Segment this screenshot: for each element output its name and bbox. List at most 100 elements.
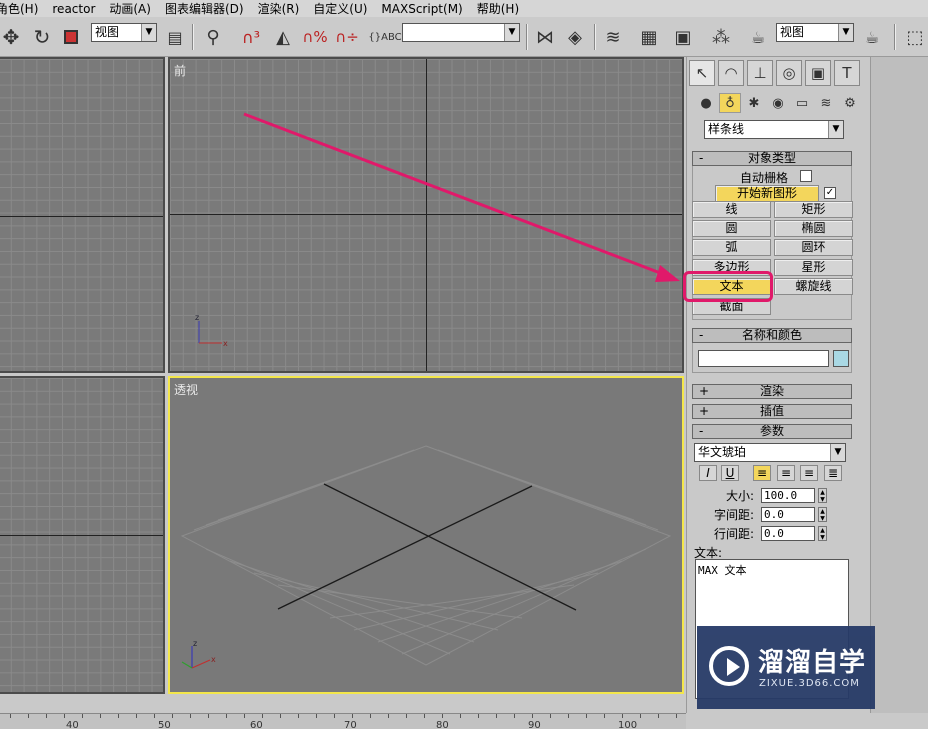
timeline-tick-label: 90	[528, 720, 541, 729]
spinner-snap-icon[interactable]: ∩÷	[334, 23, 360, 51]
menu-graph-editors[interactable]: 图表编辑器(D)	[165, 0, 252, 17]
size-input[interactable]: 100.0	[761, 488, 815, 503]
menu-character[interactable]: 角色(H)	[0, 0, 46, 17]
viewport-front[interactable]: 前 z x	[168, 57, 684, 373]
svg-text:x: x	[223, 339, 228, 348]
font-dropdown[interactable]: 华文琥珀 ▼	[694, 443, 846, 462]
create-tab-icon[interactable]: ↖	[689, 60, 715, 86]
grid-axis-horizontal	[0, 535, 163, 536]
align-left-icon[interactable]: ≡	[753, 465, 771, 481]
justify-icon[interactable]: ≣	[824, 465, 842, 481]
main-toolbar: ✥ ↻ 视图 ▼ ▤ ⚲ ∩³ ◭ ∩% ∩÷ {}ABC ▼ ⋈ ◈ ≋ ▦ ▣…	[0, 17, 928, 57]
timeline-ruler[interactable]: 40 50 60 70 80 90 100	[0, 713, 686, 729]
align-center-icon[interactable]: ≡	[777, 465, 795, 481]
utilities-tab-icon[interactable]: T	[834, 60, 860, 86]
toolbar-separator	[894, 24, 896, 50]
menu-reactor[interactable]: reactor	[52, 2, 103, 16]
material-editor-icon[interactable]: ⁂	[708, 23, 734, 51]
start-new-shape-button[interactable]: 开始新图形	[715, 185, 819, 202]
rollout-name-color[interactable]: - 名称和颜色	[692, 328, 852, 343]
leading-label: 行间距:	[714, 527, 755, 541]
reference-coord-dropdown[interactable]: 视图 ▼	[91, 23, 157, 42]
schematic-icon[interactable]: ▣	[670, 23, 696, 51]
rollout-interpolation[interactable]: + 插值	[692, 404, 852, 419]
text-format-toolbar: I U ≡ ≡ ≡ ≣	[699, 465, 849, 483]
ellipse-button[interactable]: 椭圆	[774, 220, 853, 237]
menu-rendering[interactable]: 渲染(R)	[258, 0, 308, 17]
chevron-down-icon: ▼	[828, 121, 843, 138]
create-category-tabs: ● ♁ ✱ ◉ ▭ ≋ ⚙	[695, 93, 865, 115]
toolbar-separator	[594, 24, 596, 50]
watermark-subtitle: ZIXUE.3D66.COM	[759, 678, 860, 689]
object-color-swatch[interactable]	[833, 350, 849, 367]
menu-customize[interactable]: 自定义(U)	[313, 0, 375, 17]
helix-button[interactable]: 螺旋线	[774, 278, 853, 295]
snap-icon[interactable]: ∩³	[238, 23, 264, 51]
leading-spinner[interactable]: ▲ ▼	[818, 526, 827, 541]
manipulate-icon[interactable]: ⚲	[200, 23, 226, 51]
move-icon[interactable]: ✥	[0, 23, 22, 51]
pivot-icon[interactable]: ▤	[162, 23, 188, 51]
start-new-shape-checkbox[interactable]: ✓	[824, 187, 836, 199]
shape-category-dropdown[interactable]: 样条线 ▼	[704, 120, 844, 139]
cameras-icon[interactable]: ◉	[767, 93, 789, 113]
kerning-input[interactable]: 0.0	[761, 507, 815, 522]
align-icon[interactable]: ◈	[562, 23, 588, 51]
spacewarps-icon[interactable]: ≋	[815, 93, 837, 113]
grid-axis-vertical	[426, 59, 427, 371]
curve-editor-icon[interactable]: ▦	[636, 23, 662, 51]
viewport-left[interactable]	[0, 376, 165, 694]
svg-text:x: x	[211, 655, 216, 664]
layer-icon[interactable]: ≋	[600, 23, 626, 51]
systems-icon[interactable]: ⚙	[839, 93, 861, 113]
toolbar-separator	[526, 24, 528, 50]
menu-animation[interactable]: 动画(A)	[109, 0, 159, 17]
helpers-icon[interactable]: ▭	[791, 93, 813, 113]
chevron-down-icon: ▼	[838, 24, 853, 41]
rectangle-button[interactable]: 矩形	[774, 201, 853, 218]
display-tab-icon[interactable]: ▣	[805, 60, 831, 86]
lights-icon[interactable]: ✱	[743, 93, 765, 113]
rotate-icon[interactable]: ↻	[30, 23, 54, 51]
align-right-icon[interactable]: ≡	[800, 465, 818, 481]
italic-button[interactable]: I	[699, 465, 717, 481]
donut-button[interactable]: 圆环	[774, 239, 853, 256]
hierarchy-tab-icon[interactable]: ⊥	[747, 60, 773, 86]
cube-icon[interactable]: ⬚	[902, 23, 928, 51]
auto-grid-checkbox[interactable]	[800, 170, 812, 182]
angle-snap-icon[interactable]: ◭	[270, 23, 296, 51]
mirror-icon[interactable]: ⋈	[532, 23, 558, 51]
line-button[interactable]: 线	[692, 201, 771, 218]
abc-icon[interactable]: {}ABC	[368, 23, 401, 51]
viewport-label[interactable]: 前	[174, 62, 186, 79]
motion-tab-icon[interactable]: ◎	[776, 60, 802, 86]
menu-maxscript[interactable]: MAXScript(M)	[381, 2, 470, 16]
shapes-icon[interactable]: ♁	[719, 93, 741, 113]
object-name-field[interactable]	[698, 350, 829, 367]
circle-button[interactable]: 圆	[692, 220, 771, 237]
menu-help[interactable]: 帮助(H)	[477, 0, 527, 17]
render-setup-icon[interactable]: ☕	[744, 23, 772, 51]
underline-button[interactable]: U	[721, 465, 739, 481]
named-selection-dropdown[interactable]: ▼	[402, 23, 520, 42]
star-button[interactable]: 星形	[774, 259, 853, 276]
kerning-spinner[interactable]: ▲ ▼	[818, 507, 827, 522]
viewport-top[interactable]	[0, 57, 165, 373]
annotation-highlight-box	[683, 271, 773, 302]
arc-button[interactable]: 弧	[692, 239, 771, 256]
scale-icon[interactable]	[60, 23, 82, 51]
panel-scroll-strip[interactable]	[870, 57, 928, 713]
percent-snap-icon[interactable]: ∩%	[302, 23, 328, 51]
viewport-perspective[interactable]: 透视 z x	[168, 376, 684, 694]
svg-text:z: z	[193, 639, 197, 648]
leading-input[interactable]: 0.0	[761, 526, 815, 541]
teapot-render-icon[interactable]: ☕	[858, 23, 886, 51]
modify-tab-icon[interactable]: ◠	[718, 60, 744, 86]
rollout-parameters[interactable]: - 参数	[692, 424, 852, 439]
render-view-dropdown[interactable]: 视图 ▼	[776, 23, 854, 42]
geometry-icon[interactable]: ●	[695, 93, 717, 113]
rollout-object-type[interactable]: - 对象类型	[692, 151, 852, 166]
rollout-rendering[interactable]: + 渲染	[692, 384, 852, 399]
play-logo-icon	[709, 646, 749, 686]
size-spinner[interactable]: ▲ ▼	[818, 488, 827, 503]
